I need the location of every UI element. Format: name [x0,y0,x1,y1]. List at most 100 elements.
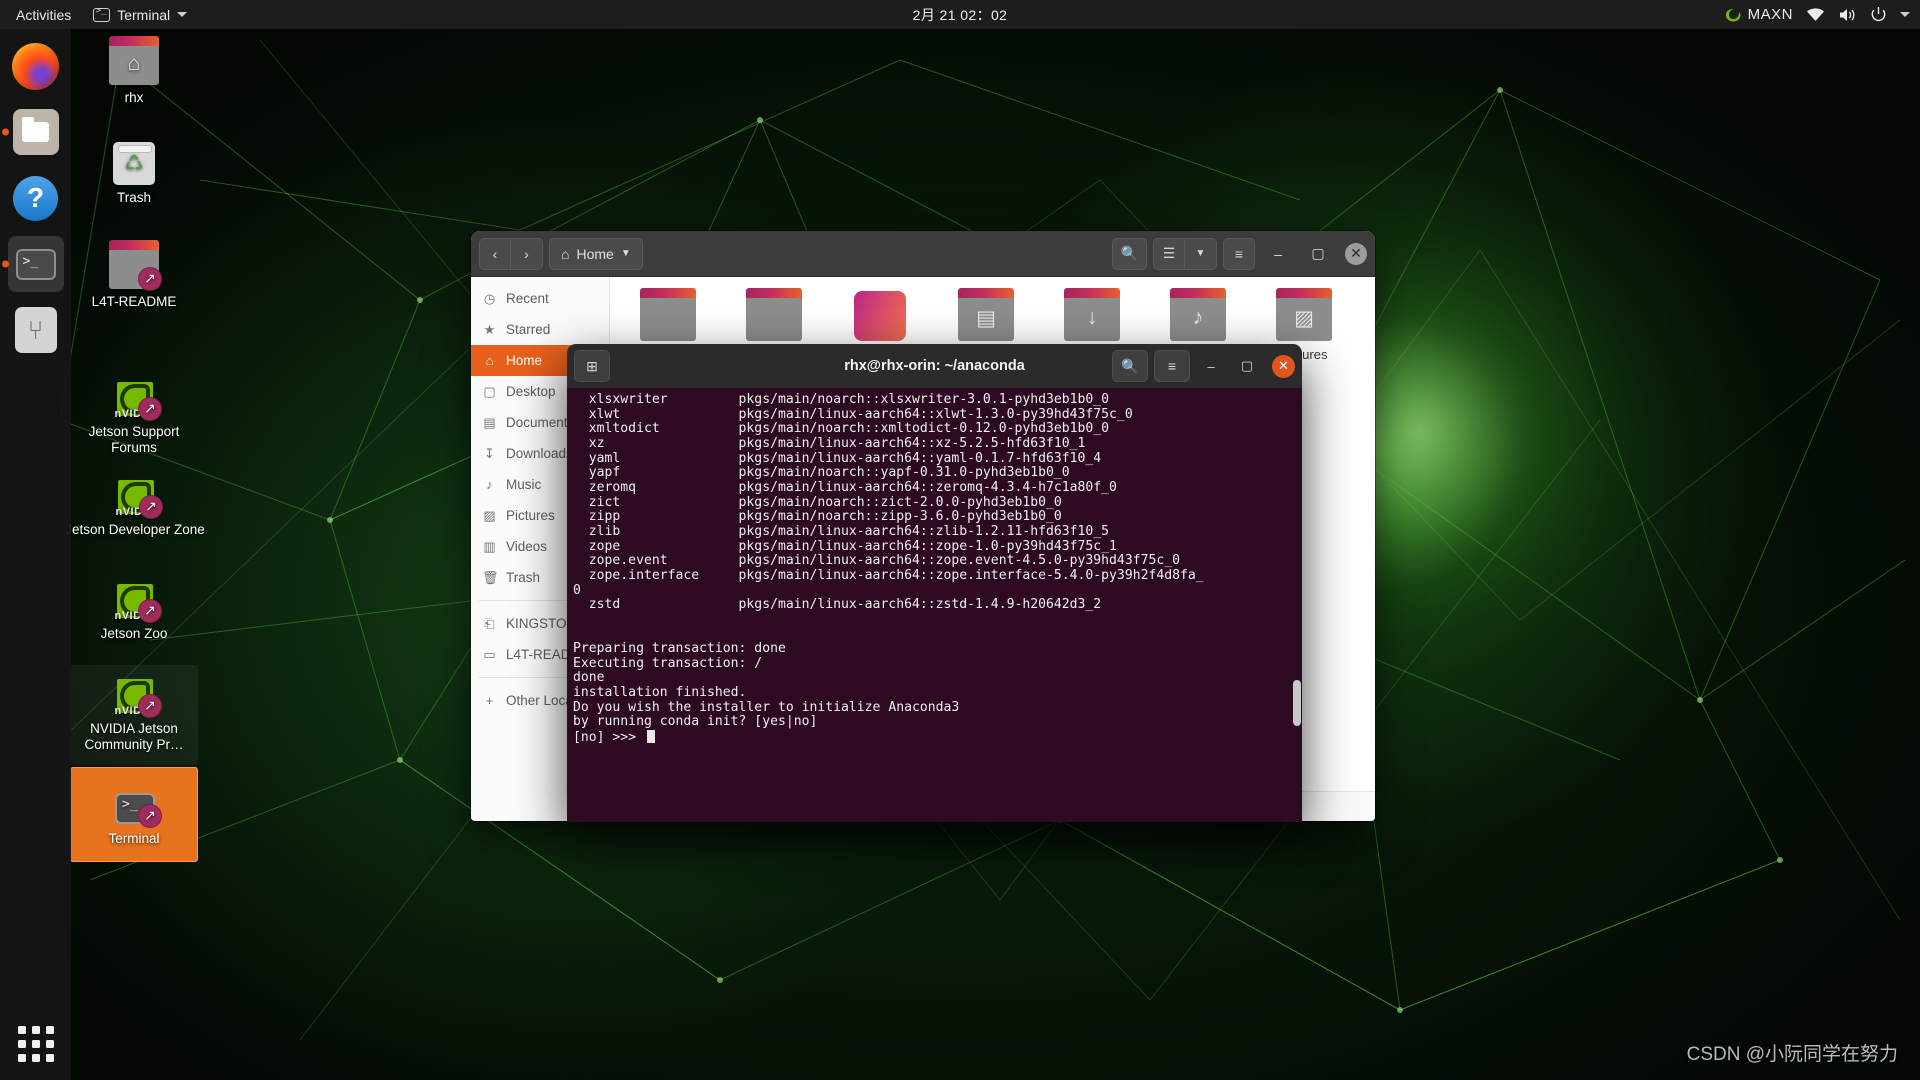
hamburger-menu-icon: ≡ [1168,358,1176,374]
apps-grid-dot [46,1040,54,1048]
sidebar-item-label: Videos [506,539,547,554]
list-view-icon: ☰ [1163,245,1176,262]
terminal-output: xlsxwriter pkgs/main/noarch::xlsxwriter-… [573,393,1294,746]
nvidia-link-icon: nVIDIA ↗ [108,575,160,621]
show-applications-button[interactable] [18,1026,54,1062]
desktop-icon-jetson-support-forums[interactable]: nVIDIA ↗ Jetson Support Forums [70,368,198,464]
files-window-header[interactable]: ‹ › ⌂ Home ▼ 🔍 ☰ ▼ ≡ – [471,231,1375,277]
star-icon: ★ [482,322,497,338]
terminal-header[interactable]: ⊞ rhx@rhx-orin: ~/anaconda 🔍 ≡ – ▢ ✕ [567,344,1302,388]
dock-item-files[interactable] [8,104,64,160]
hamburger-menu-icon: ≡ [1235,246,1243,262]
desktop-icon-label: Jetson Support Forums [72,424,196,457]
dock[interactable]: ? ⑂ [0,29,71,1080]
nvidia-power-mode-indicator[interactable]: MAXN [1723,6,1793,23]
wifi-icon[interactable] [1806,7,1825,22]
back-button[interactable]: ‹ [479,238,511,270]
trash-icon: 🗑 [482,570,497,586]
desktop-icon: ▢ [482,384,497,400]
top-bar[interactable]: Activities Terminal 2月 21 02：02 MAXN [0,0,1920,29]
nav-buttons[interactable]: ‹ › [479,238,543,270]
new-tab-button[interactable]: ⊞ [574,350,610,382]
chevron-down-icon[interactable] [1900,12,1910,17]
terminal-icon [16,249,56,280]
disc-icon: ▭ [482,647,497,663]
sidebar-item-label: Desktop [506,384,556,399]
desktop-icon-nvidia-jetson-community[interactable]: nVIDIA ↗ NVIDIA Jetson Community Pr… [70,665,198,765]
sidebar-item-starred[interactable]: ★ Starred [471,314,609,345]
desktop-icon-label: Jetson Zoo [101,626,168,642]
files-minimize-button[interactable]: – [1261,239,1295,269]
chevron-down-icon: ▼ [621,248,631,259]
chevron-down-icon [177,12,187,17]
desktop-folder-icon [851,289,909,341]
files-close-button[interactable]: ✕ [1345,243,1367,265]
desktop-icon-jetson-developer-zone[interactable]: nVIDIA ↗ Jetson Developer Zone [62,466,208,545]
apps-grid-dot [32,1054,40,1062]
link-emblem-icon: ↗ [138,397,162,421]
files-maximize-button[interactable]: ▢ [1301,239,1335,269]
power-mode-label: MAXN [1748,6,1793,23]
dock-item-usb-drive[interactable]: ⑂ [8,302,64,358]
usb-drive-icon: ⎗ [482,616,497,632]
sidebar-item-label: Downloads [506,446,573,461]
system-tray[interactable]: MAXN [1723,6,1910,23]
nvidia-link-icon: nVIDIA ↗ [108,670,160,716]
desktop-icon-label: Jetson Developer Zone [65,522,205,538]
sidebar-item-label: KINGSTON [506,616,576,631]
folder-icon [639,289,697,341]
music-folder-icon: ♪ [1169,289,1227,341]
help-question-icon: ? [13,176,58,221]
search-button[interactable]: 🔍 [1112,238,1147,270]
sidebar-item-label: Music [506,477,541,492]
list-view-button[interactable]: ☰ [1153,238,1185,270]
volume-icon[interactable] [1838,7,1857,23]
sidebar-item-label: Trash [506,570,540,585]
desktop-icon-rhx[interactable]: ⌂ rhx [82,34,186,113]
sidebar-item-recent[interactable]: ◷ Recent [471,283,609,314]
view-mode-group[interactable]: ☰ ▼ [1153,238,1217,270]
view-options-button[interactable]: ▼ [1185,238,1217,270]
link-emblem-icon: ↗ [138,267,162,291]
desktop-icon-jetson-zoo[interactable]: nVIDIA ↗ Jetson Zoo [70,570,198,649]
firefox-icon [12,43,59,90]
terminal-menu-button[interactable]: ≡ [1154,350,1190,382]
desktop-icon-label: L4T-README [92,294,177,310]
apps-grid-dot [46,1054,54,1062]
dock-item-help[interactable]: ? [8,170,64,226]
desktop-icon-terminal[interactable]: ↗ Terminal [70,767,198,862]
terminal-minimize-button[interactable]: – [1196,352,1226,380]
dock-item-terminal[interactable] [8,236,64,292]
power-icon[interactable] [1870,6,1887,23]
maximize-icon: ▢ [1311,245,1324,262]
sidebar-item-label: Pictures [506,508,555,523]
sidebar-item-label: Recent [506,291,549,306]
app-menu-button[interactable]: Terminal [82,0,198,29]
activities-button[interactable]: Activities [0,0,82,29]
sidebar-item-label: Home [506,353,542,368]
trash-icon: ♺ [108,139,160,185]
terminal-maximize-button[interactable]: ▢ [1232,352,1262,380]
link-emblem-icon: ↗ [138,599,162,623]
terminal-search-button[interactable]: 🔍 [1112,350,1148,382]
nvidia-link-icon: nVIDIA ↗ [109,471,161,517]
desktop-icon-label: Terminal [108,831,159,847]
path-bar-home[interactable]: ⌂ Home ▼ [549,238,643,270]
main-menu-button[interactable]: ≡ [1223,238,1255,270]
forward-button[interactable]: › [511,238,543,270]
terminal-scrollbar[interactable] [1293,680,1301,726]
chevron-down-icon: ▼ [1196,248,1206,259]
terminal-window[interactable]: ⊞ rhx@rhx-orin: ~/anaconda 🔍 ≡ – ▢ ✕ xls… [567,344,1302,822]
sidebar-item-label: Documents [506,415,574,430]
watermark: CSDN @小阮同学在努力 [1687,1039,1898,1066]
home-folder-icon: ⌂ [108,39,160,85]
clock-button[interactable]: 2月 21 02：02 [913,5,1008,25]
desktop-icon-trash[interactable]: ♺ Trash [82,134,186,213]
terminal-body[interactable]: xlsxwriter pkgs/main/noarch::xlsxwriter-… [567,388,1302,822]
dock-item-firefox[interactable] [8,38,64,94]
desktop-icon-label: NVIDIA Jetson Community Pr… [72,721,196,754]
terminal-close-button[interactable]: ✕ [1272,355,1295,378]
desktop-icon-label: Trash [117,190,151,206]
desktop-icon-l4t-readme[interactable]: ↗ L4T-README [70,238,198,317]
minimize-icon: – [1274,246,1282,262]
